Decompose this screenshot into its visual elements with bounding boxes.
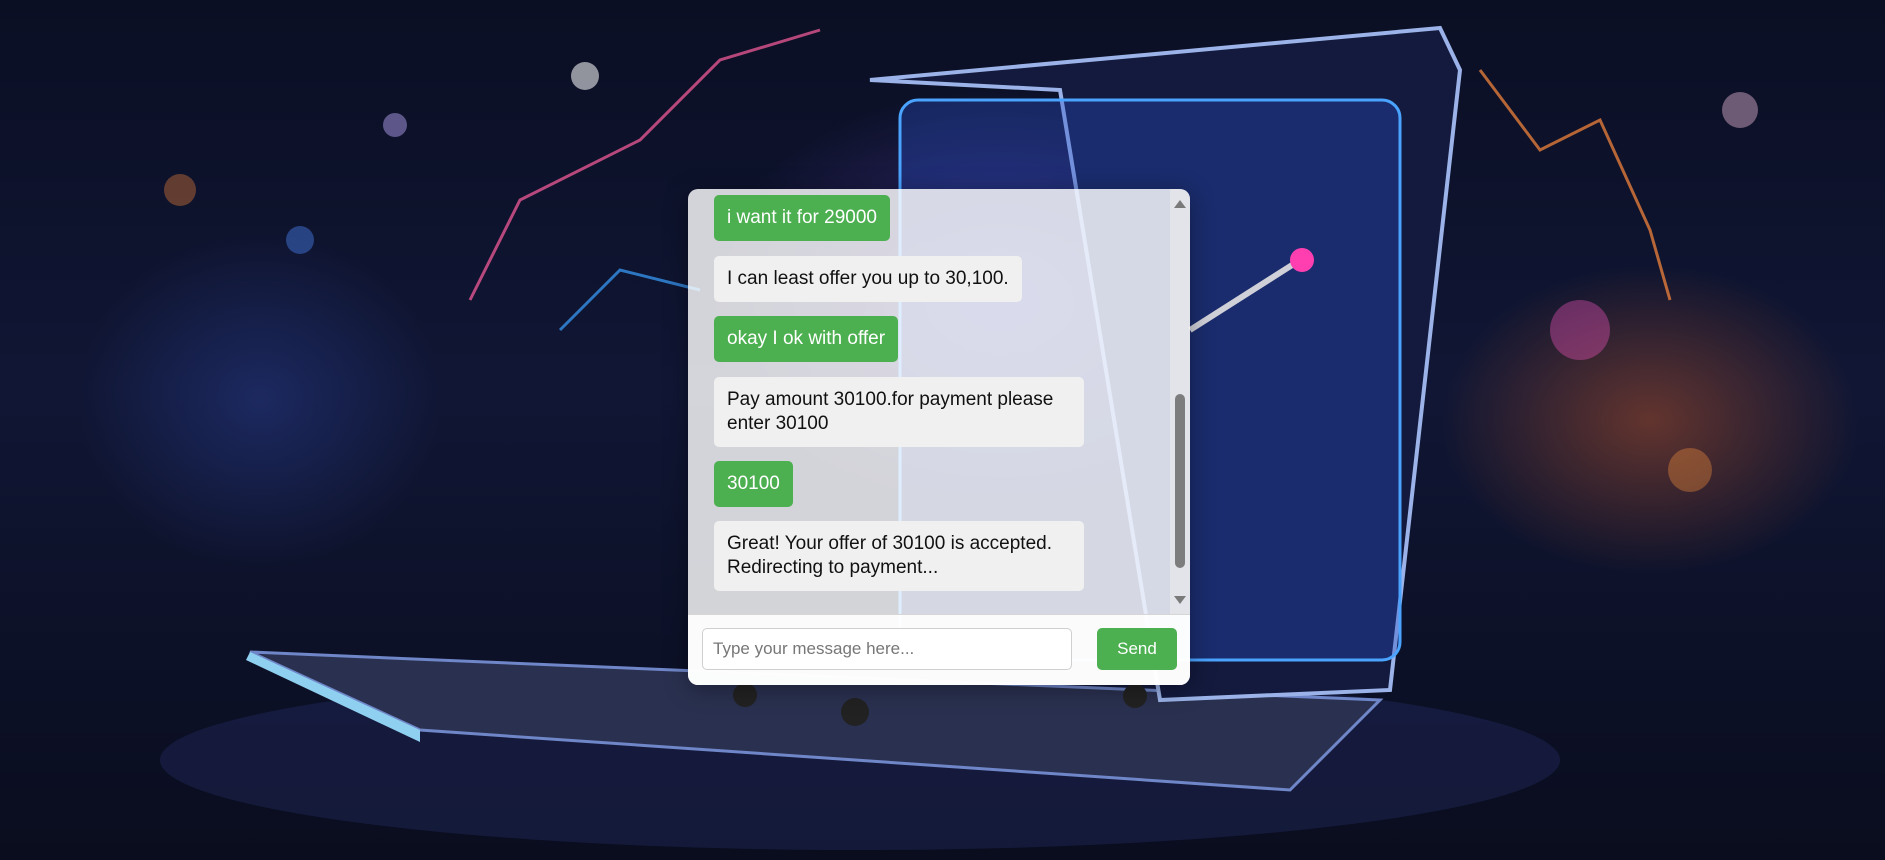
message-input-bar: Send (688, 614, 1190, 685)
bot-message: Pay amount 30100.for payment please ente… (714, 377, 1084, 447)
user-message: okay I ok with offer (714, 316, 899, 362)
chat-messages-area[interactable]: i want it for 29000 I can least offer yo… (688, 189, 1170, 614)
scroll-up-arrow-icon[interactable] (1174, 200, 1186, 208)
messages-scrollbar[interactable] (1170, 189, 1190, 614)
scroll-down-arrow-icon[interactable] (1174, 596, 1186, 604)
send-button[interactable]: Send (1097, 628, 1177, 670)
user-message: i want it for 29000 (714, 195, 890, 241)
scrollbar-thumb[interactable] (1175, 394, 1185, 568)
chat-window: i want it for 29000 I can least offer yo… (688, 189, 1190, 685)
bot-message: Great! Your offer of 30100 is accepted. … (714, 521, 1084, 591)
user-message: 30100 (714, 461, 793, 507)
bot-message: I can least offer you up to 30,100. (714, 256, 1022, 302)
message-input[interactable] (702, 628, 1072, 670)
